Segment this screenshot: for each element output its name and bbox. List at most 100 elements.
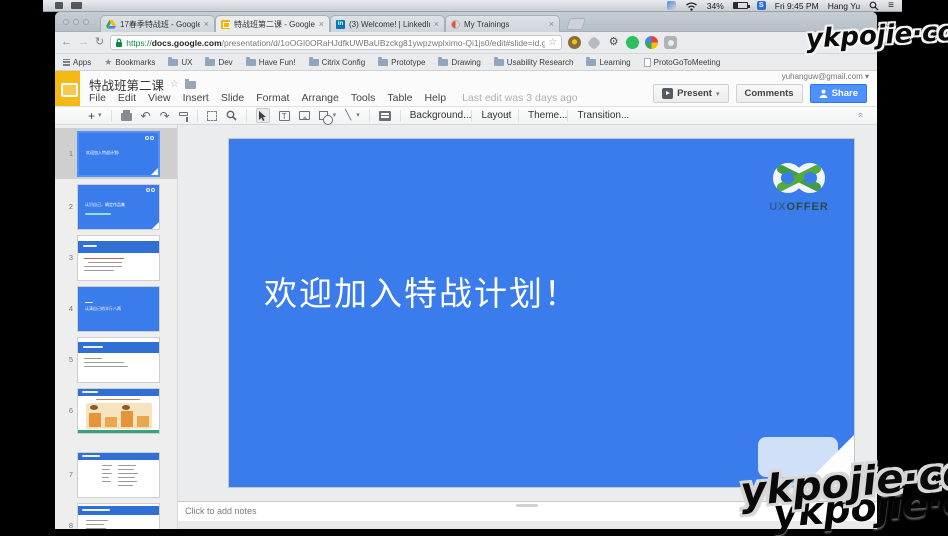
- menu-format[interactable]: Format: [256, 92, 289, 104]
- thumbnail-preview[interactable]: 欢迎加入特战计划!: [77, 131, 160, 177]
- insert-shape-icon[interactable]: [319, 111, 328, 120]
- extension-icon-2[interactable]: [587, 35, 601, 49]
- address-bar[interactable]: https://docs.google.com/presentation/d/1…: [110, 35, 562, 50]
- notification-center-icon[interactable]: ≡: [888, 0, 894, 11]
- insert-line-icon[interactable]: ╲: [345, 111, 351, 121]
- shape-dropdown-icon[interactable]: ▾: [333, 112, 337, 119]
- transition-button[interactable]: Transition...: [577, 111, 629, 121]
- layout-dropdown-icon[interactable]: ▾: [505, 112, 509, 119]
- slide-thumbnail-1[interactable]: 1 欢迎加入特战计划!: [55, 128, 178, 179]
- slide-thumbnail-8[interactable]: 8: [55, 500, 178, 529]
- spotlight-search-icon[interactable]: [869, 1, 879, 11]
- new-tab-button[interactable]: [566, 18, 586, 30]
- theme-button[interactable]: Theme...: [528, 111, 567, 121]
- redo-icon[interactable]: ↷: [160, 110, 170, 122]
- menu-arrange[interactable]: Arrange: [301, 92, 338, 104]
- minimize-window-button[interactable]: [73, 19, 79, 25]
- zoom-window-button[interactable]: [83, 19, 89, 25]
- menu-file[interactable]: File: [89, 92, 106, 104]
- bookmark-folder-ux[interactable]: UX: [168, 58, 192, 67]
- bookmark-folder-have-fun[interactable]: Have Fun!: [246, 58, 296, 67]
- extension-evernote-icon[interactable]: [626, 36, 639, 49]
- thumbnail-preview[interactable]: [77, 503, 160, 530]
- undo-icon[interactable]: ↶: [141, 110, 151, 122]
- tab-close-icon[interactable]: ×: [319, 20, 324, 29]
- tab-close-icon[interactable]: ×: [434, 20, 439, 29]
- bookmark-folder-citrix[interactable]: Citrix Config: [309, 58, 366, 67]
- background-button[interactable]: Background...: [410, 111, 472, 121]
- bookmark-folder-prototype[interactable]: Prototype: [378, 58, 425, 67]
- star-document-icon[interactable]: ☆: [170, 79, 179, 90]
- reload-button[interactable]: ↻: [95, 37, 104, 48]
- new-slide-dropdown-icon[interactable]: ▾: [98, 112, 102, 119]
- bookmark-protogotomeeting[interactable]: ProtoGoToMeeting: [644, 58, 721, 67]
- vpn-status-icon[interactable]: [667, 1, 676, 10]
- last-edit-status[interactable]: Last edit was 3 days ago: [462, 92, 578, 104]
- slide-thumbnail-6[interactable]: 6: [55, 385, 178, 436]
- bookmark-folder-usability[interactable]: Usability Research: [494, 58, 574, 67]
- extension-pinwheel-icon[interactable]: [645, 36, 658, 49]
- wifi-icon[interactable]: [685, 1, 698, 11]
- tab-google-slides[interactable]: 特战班第二课 - Google Sli ×: [215, 15, 330, 32]
- tab-linkedin[interactable]: in (3) Welcome! | LinkedIn ×: [330, 15, 445, 32]
- comments-button[interactable]: Comments: [736, 84, 803, 103]
- hide-menus-chevron-icon[interactable]: «: [855, 112, 866, 117]
- thumbnail-preview[interactable]: 认清自己的半斤八两: [77, 286, 160, 332]
- line-dropdown-icon[interactable]: ▾: [356, 112, 360, 119]
- thumbnail-preview[interactable]: [77, 388, 160, 434]
- notes-placeholder[interactable]: Click to add notes: [185, 506, 257, 516]
- thumbnail-preview[interactable]: [77, 337, 160, 383]
- menu-edit[interactable]: Edit: [118, 92, 136, 104]
- notes-resize-handle[interactable]: [516, 504, 538, 507]
- slide-thumbnail-7[interactable]: 7: [55, 449, 178, 500]
- zoom-fit-icon[interactable]: [207, 111, 217, 121]
- menubar-user[interactable]: Hang Yu: [828, 1, 860, 11]
- bookmark-star-icon[interactable]: ☆: [548, 37, 557, 48]
- menu-tools[interactable]: Tools: [351, 92, 376, 104]
- bookmark-folder-drawing[interactable]: Drawing: [438, 58, 480, 67]
- slide-title-text[interactable]: 欢迎加入特战计划！: [264, 267, 579, 315]
- thumbnail-preview[interactable]: [77, 452, 160, 498]
- insert-image-icon[interactable]: [299, 111, 310, 120]
- bookmark-apps[interactable]: Apps: [63, 58, 91, 67]
- forward-button[interactable]: →: [78, 37, 89, 48]
- extension-gear-icon[interactable]: ⚙: [607, 36, 620, 49]
- apple-menu-icon[interactable]: [55, 2, 63, 9]
- tab-google-drive[interactable]: 17春季特战班 - Google Dri ×: [100, 15, 215, 32]
- slide-thumbnail-5[interactable]: 5: [55, 334, 178, 385]
- slide-thumbnail-3[interactable]: 3: [55, 232, 178, 283]
- menu-view[interactable]: View: [148, 92, 171, 104]
- insert-comment-icon[interactable]: [379, 111, 391, 121]
- slide-thumbnail-4[interactable]: 4 认清自己的半斤八两: [55, 283, 178, 334]
- close-window-button[interactable]: [63, 19, 69, 25]
- s-app-status-icon[interactable]: S: [757, 1, 766, 10]
- menu-table[interactable]: Table: [387, 92, 412, 104]
- text-box-icon[interactable]: T: [279, 111, 290, 121]
- select-tool-icon[interactable]: [256, 108, 270, 123]
- tab-close-icon[interactable]: ×: [204, 20, 209, 29]
- move-to-folder-icon[interactable]: [185, 81, 196, 89]
- current-slide[interactable]: UXOFFER 欢迎加入特战计划！: [228, 138, 855, 488]
- tab-my-trainings[interactable]: My Trainings ×: [445, 15, 560, 32]
- menu-insert[interactable]: Insert: [183, 92, 209, 104]
- zoom-icon[interactable]: [226, 110, 237, 121]
- thumbnail-preview[interactable]: 认识自己，确定作品集: [77, 184, 160, 230]
- thumbnail-preview[interactable]: [77, 235, 160, 281]
- slide-thumbnail-2[interactable]: 2 认识自己，确定作品集: [55, 181, 178, 232]
- menu-slide[interactable]: Slide: [221, 92, 244, 104]
- bookmark-folder-learning[interactable]: Learning: [586, 58, 630, 67]
- present-dropdown-icon[interactable]: ▾: [716, 90, 720, 98]
- back-button[interactable]: ←: [61, 37, 72, 48]
- menubar-clock[interactable]: Fri 9:45 PM: [775, 1, 819, 11]
- share-button[interactable]: Share: [810, 84, 867, 103]
- paint-format-icon[interactable]: [179, 112, 188, 116]
- present-button[interactable]: Present ▾: [653, 84, 728, 103]
- google-slides-app-icon[interactable]: [55, 71, 80, 106]
- account-email[interactable]: yuhanguw@gmail.com ▾: [782, 72, 869, 81]
- battery-icon[interactable]: [733, 2, 748, 9]
- extension-icon-1[interactable]: [568, 36, 581, 49]
- menu-help[interactable]: Help: [424, 92, 446, 104]
- bookmark-folder-dev[interactable]: Dev: [205, 58, 232, 67]
- extension-screenshot-icon[interactable]: [664, 36, 677, 49]
- print-icon[interactable]: [121, 113, 132, 121]
